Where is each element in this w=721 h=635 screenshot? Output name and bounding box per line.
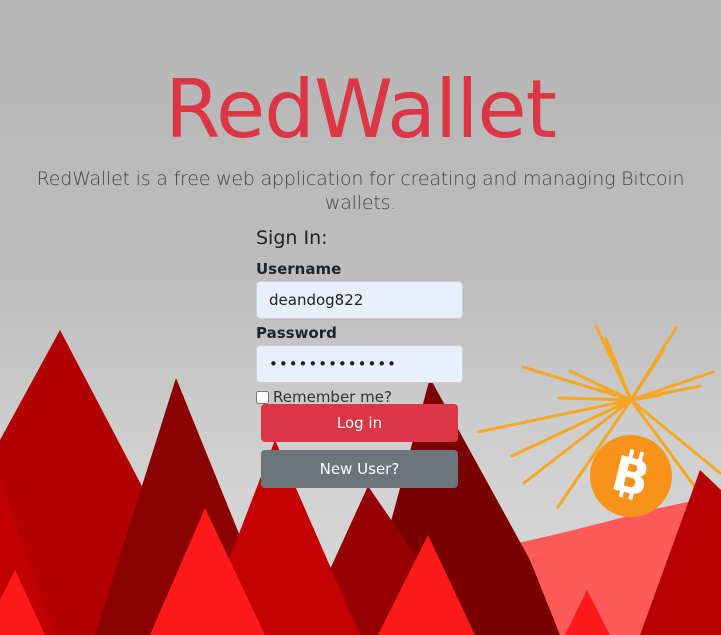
page-content: RedWallet RedWallet is a free web applic… bbox=[0, 0, 721, 635]
new-user-button[interactable]: New User? bbox=[261, 450, 458, 488]
username-label: Username bbox=[256, 260, 342, 278]
app-tagline: RedWallet is a free web application for … bbox=[36, 168, 685, 214]
login-button[interactable]: Log in bbox=[261, 404, 458, 442]
signin-form: Sign In: Username Password Remember me? bbox=[256, 226, 466, 407]
password-input[interactable] bbox=[256, 345, 463, 383]
app-title: RedWallet bbox=[164, 63, 557, 156]
remember-me-checkbox[interactable] bbox=[256, 390, 269, 404]
username-input[interactable] bbox=[256, 281, 463, 319]
password-label: Password bbox=[256, 324, 337, 342]
signin-heading: Sign In: bbox=[256, 227, 328, 249]
